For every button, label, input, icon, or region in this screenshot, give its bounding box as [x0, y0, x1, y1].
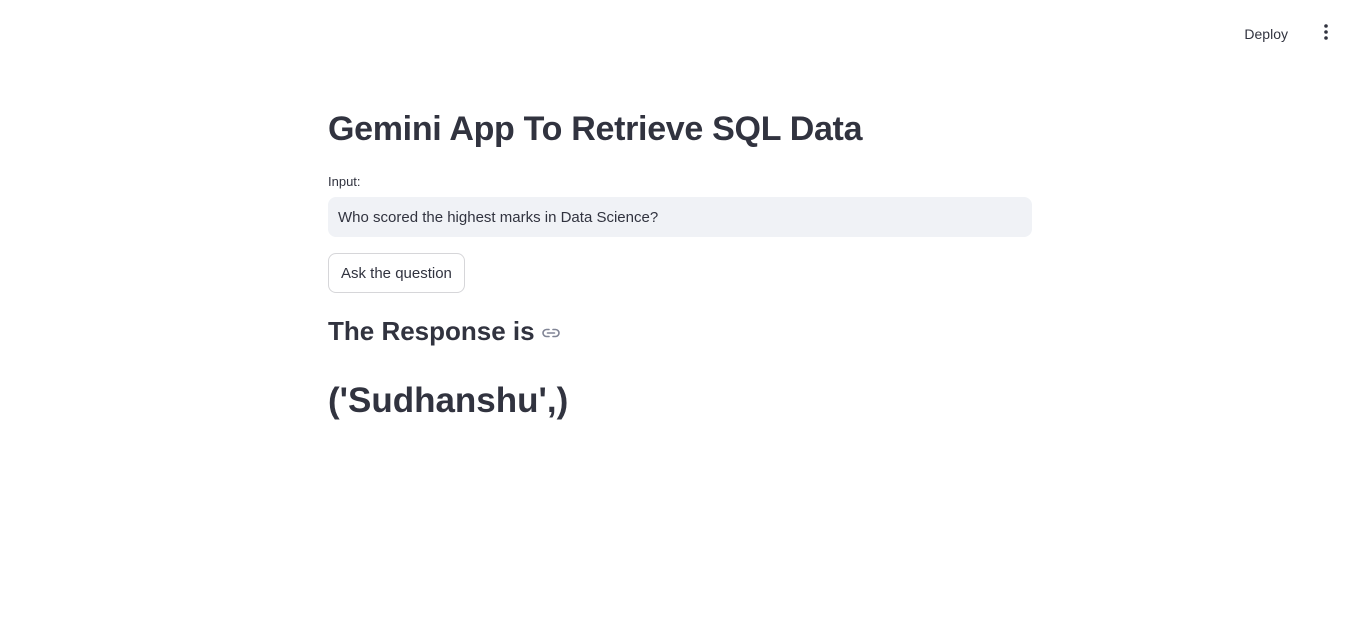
response-heading: The Response is — [328, 316, 561, 347]
ask-question-button[interactable]: Ask the question — [328, 253, 465, 293]
main-menu-button[interactable] — [1312, 20, 1340, 48]
input-label: Input: — [328, 174, 361, 189]
question-input[interactable] — [328, 197, 1032, 237]
app-root: Deploy Gemini App To Retrieve SQL Data I… — [0, 0, 1362, 628]
response-result: ('Sudhanshu',) — [328, 381, 569, 420]
top-toolbar: Deploy — [1234, 0, 1362, 68]
link-icon[interactable] — [541, 324, 561, 339]
page-title: Gemini App To Retrieve SQL Data — [328, 110, 863, 148]
more-vertical-icon — [1324, 23, 1328, 45]
response-heading-text: The Response is — [328, 316, 535, 346]
deploy-button[interactable]: Deploy — [1234, 20, 1298, 48]
